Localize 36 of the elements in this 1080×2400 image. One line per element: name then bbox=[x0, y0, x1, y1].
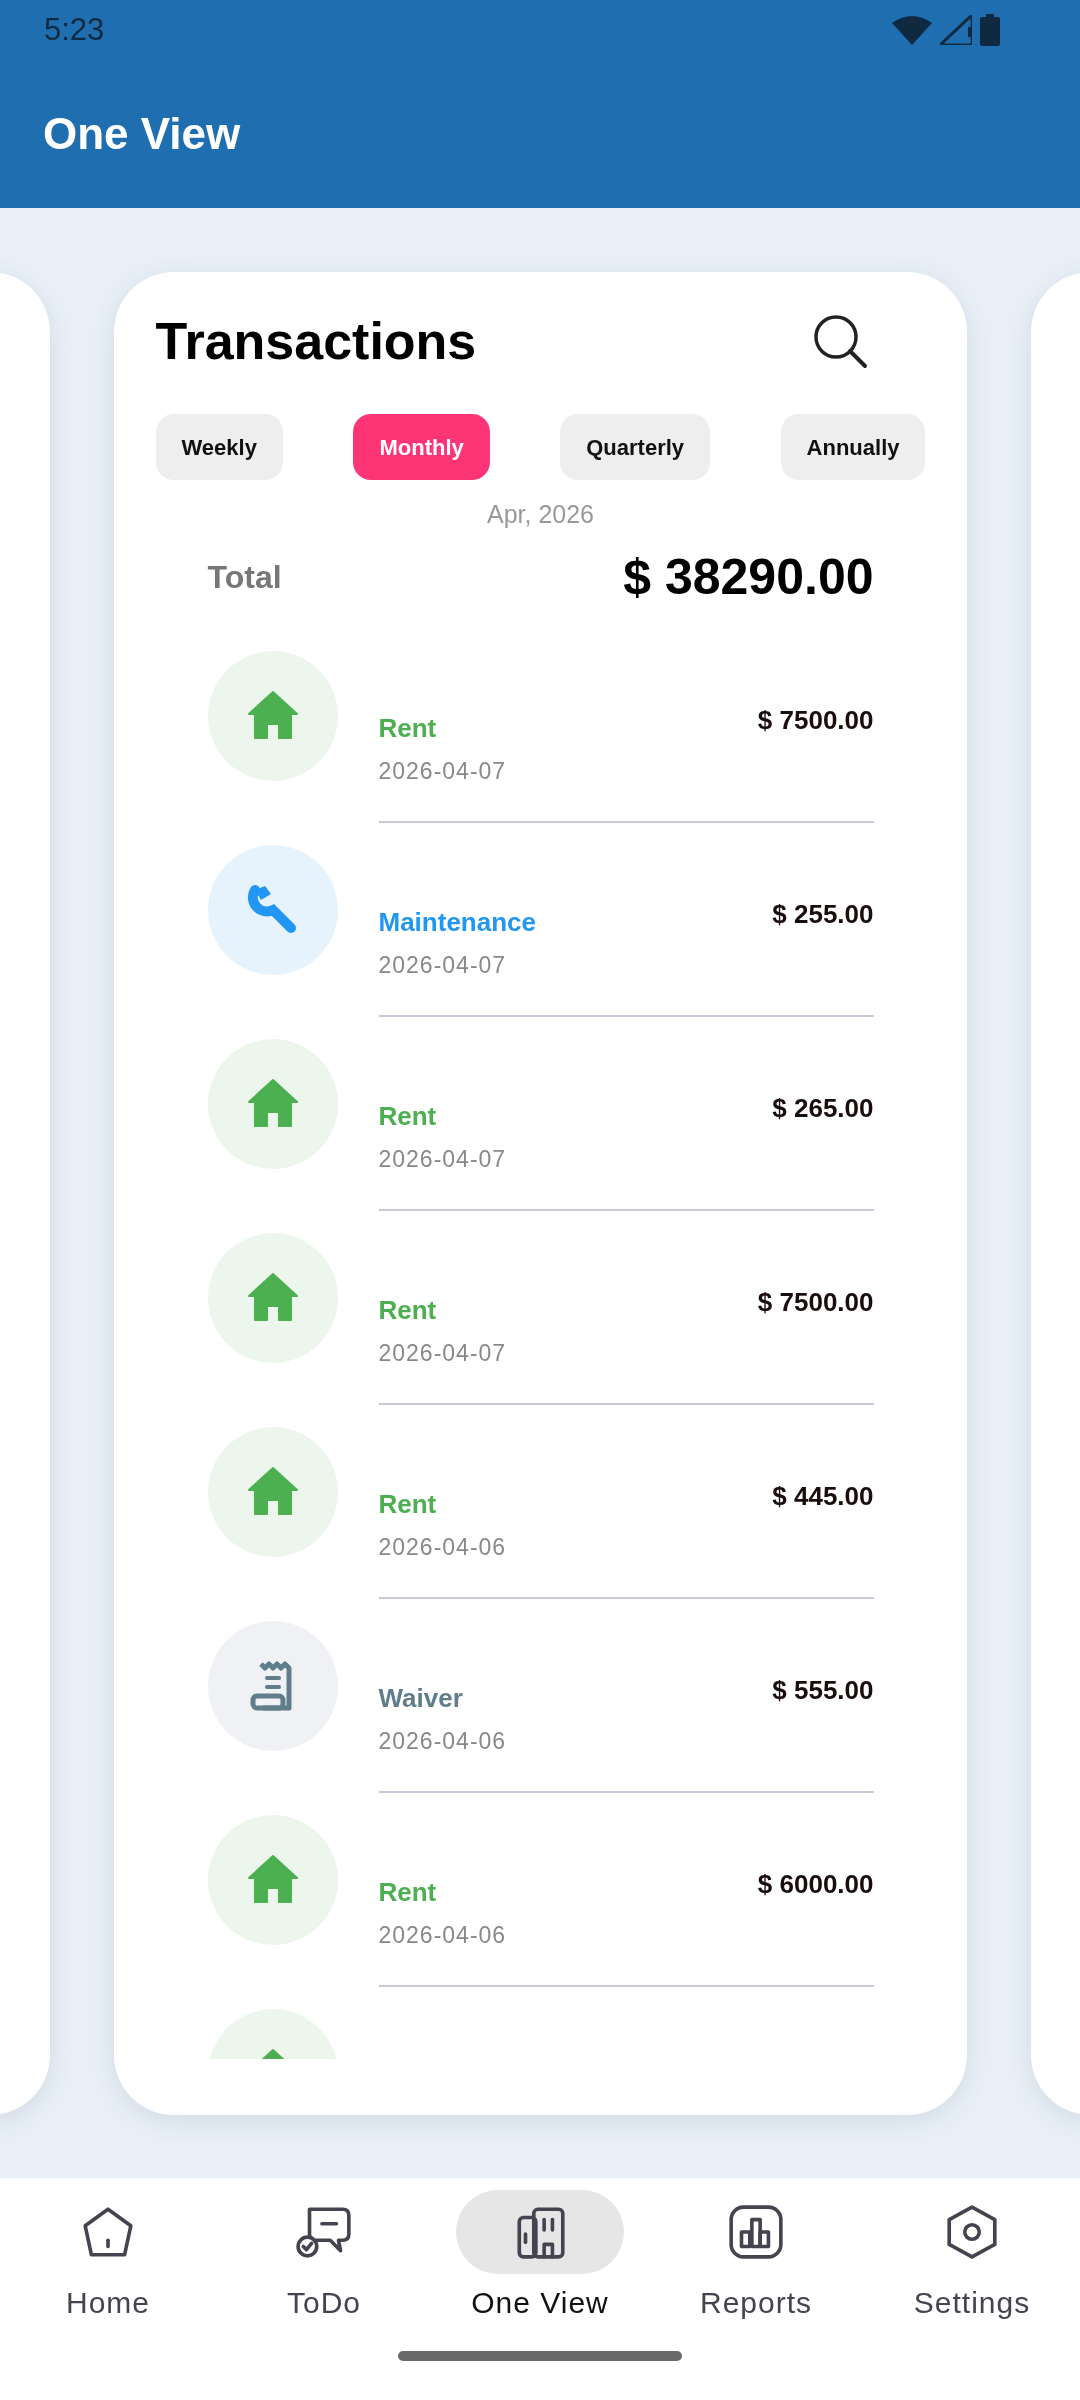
transaction-date: 2026-04-07 bbox=[378, 1338, 507, 1368]
transaction-category: Rent bbox=[378, 1099, 438, 1133]
total-amount: $ 38290.00 bbox=[623, 547, 874, 607]
filter-tab[interactable]: Weekly bbox=[155, 414, 283, 480]
transaction-amount: $ 255.00 bbox=[772, 897, 874, 931]
filter-tab[interactable]: Monthly bbox=[353, 414, 490, 480]
transaction-category: Maintenance bbox=[378, 905, 536, 939]
period-label: Apr, 2026 bbox=[486, 499, 595, 530]
app-title: One View bbox=[43, 108, 241, 160]
transaction-date: 2026-04-07 bbox=[378, 950, 508, 980]
transaction-amount: $ 445.00 bbox=[772, 1479, 874, 1513]
transaction-date: 2026-04-06 bbox=[378, 1920, 507, 1950]
transaction-amount: $ 7500.00 bbox=[757, 703, 874, 737]
transaction-category: Rent bbox=[378, 1875, 438, 1909]
transaction-category: Rent bbox=[378, 1487, 438, 1521]
transaction-date: 2026-04-07 bbox=[378, 756, 507, 786]
nav-tab[interactable]: One View bbox=[432, 2190, 648, 2325]
card-title: Transactions bbox=[155, 311, 477, 372]
transaction-category: Rent bbox=[378, 1293, 438, 1327]
transaction-date: 2026-04-06 bbox=[378, 1532, 507, 1562]
transaction-amount: $ 555.00 bbox=[772, 1673, 874, 1707]
transaction-category: Rent bbox=[378, 711, 438, 745]
transaction-date: 2026-04-06 bbox=[378, 1726, 507, 1756]
nav-tab[interactable]: Settings bbox=[864, 2190, 1080, 2325]
transaction-amount: $ 6000.00 bbox=[757, 1867, 874, 1901]
transaction-date: 2026-04-07 bbox=[378, 1144, 507, 1174]
total-label: Total bbox=[207, 558, 282, 597]
transaction-amount: $ 265.00 bbox=[772, 1091, 874, 1125]
transaction-amount: $ 7500.00 bbox=[757, 1285, 874, 1319]
nav-tab[interactable]: Reports bbox=[648, 2190, 864, 2325]
filter-tab[interactable]: Quarterly bbox=[560, 414, 711, 480]
nav-tab[interactable]: Home bbox=[0, 2190, 216, 2325]
nav-tab[interactable]: ToDo bbox=[216, 2190, 432, 2325]
filter-tab[interactable]: Annually bbox=[780, 414, 926, 480]
status-time: 5:23 bbox=[44, 10, 105, 49]
transaction-category: Waiver bbox=[378, 1681, 464, 1715]
